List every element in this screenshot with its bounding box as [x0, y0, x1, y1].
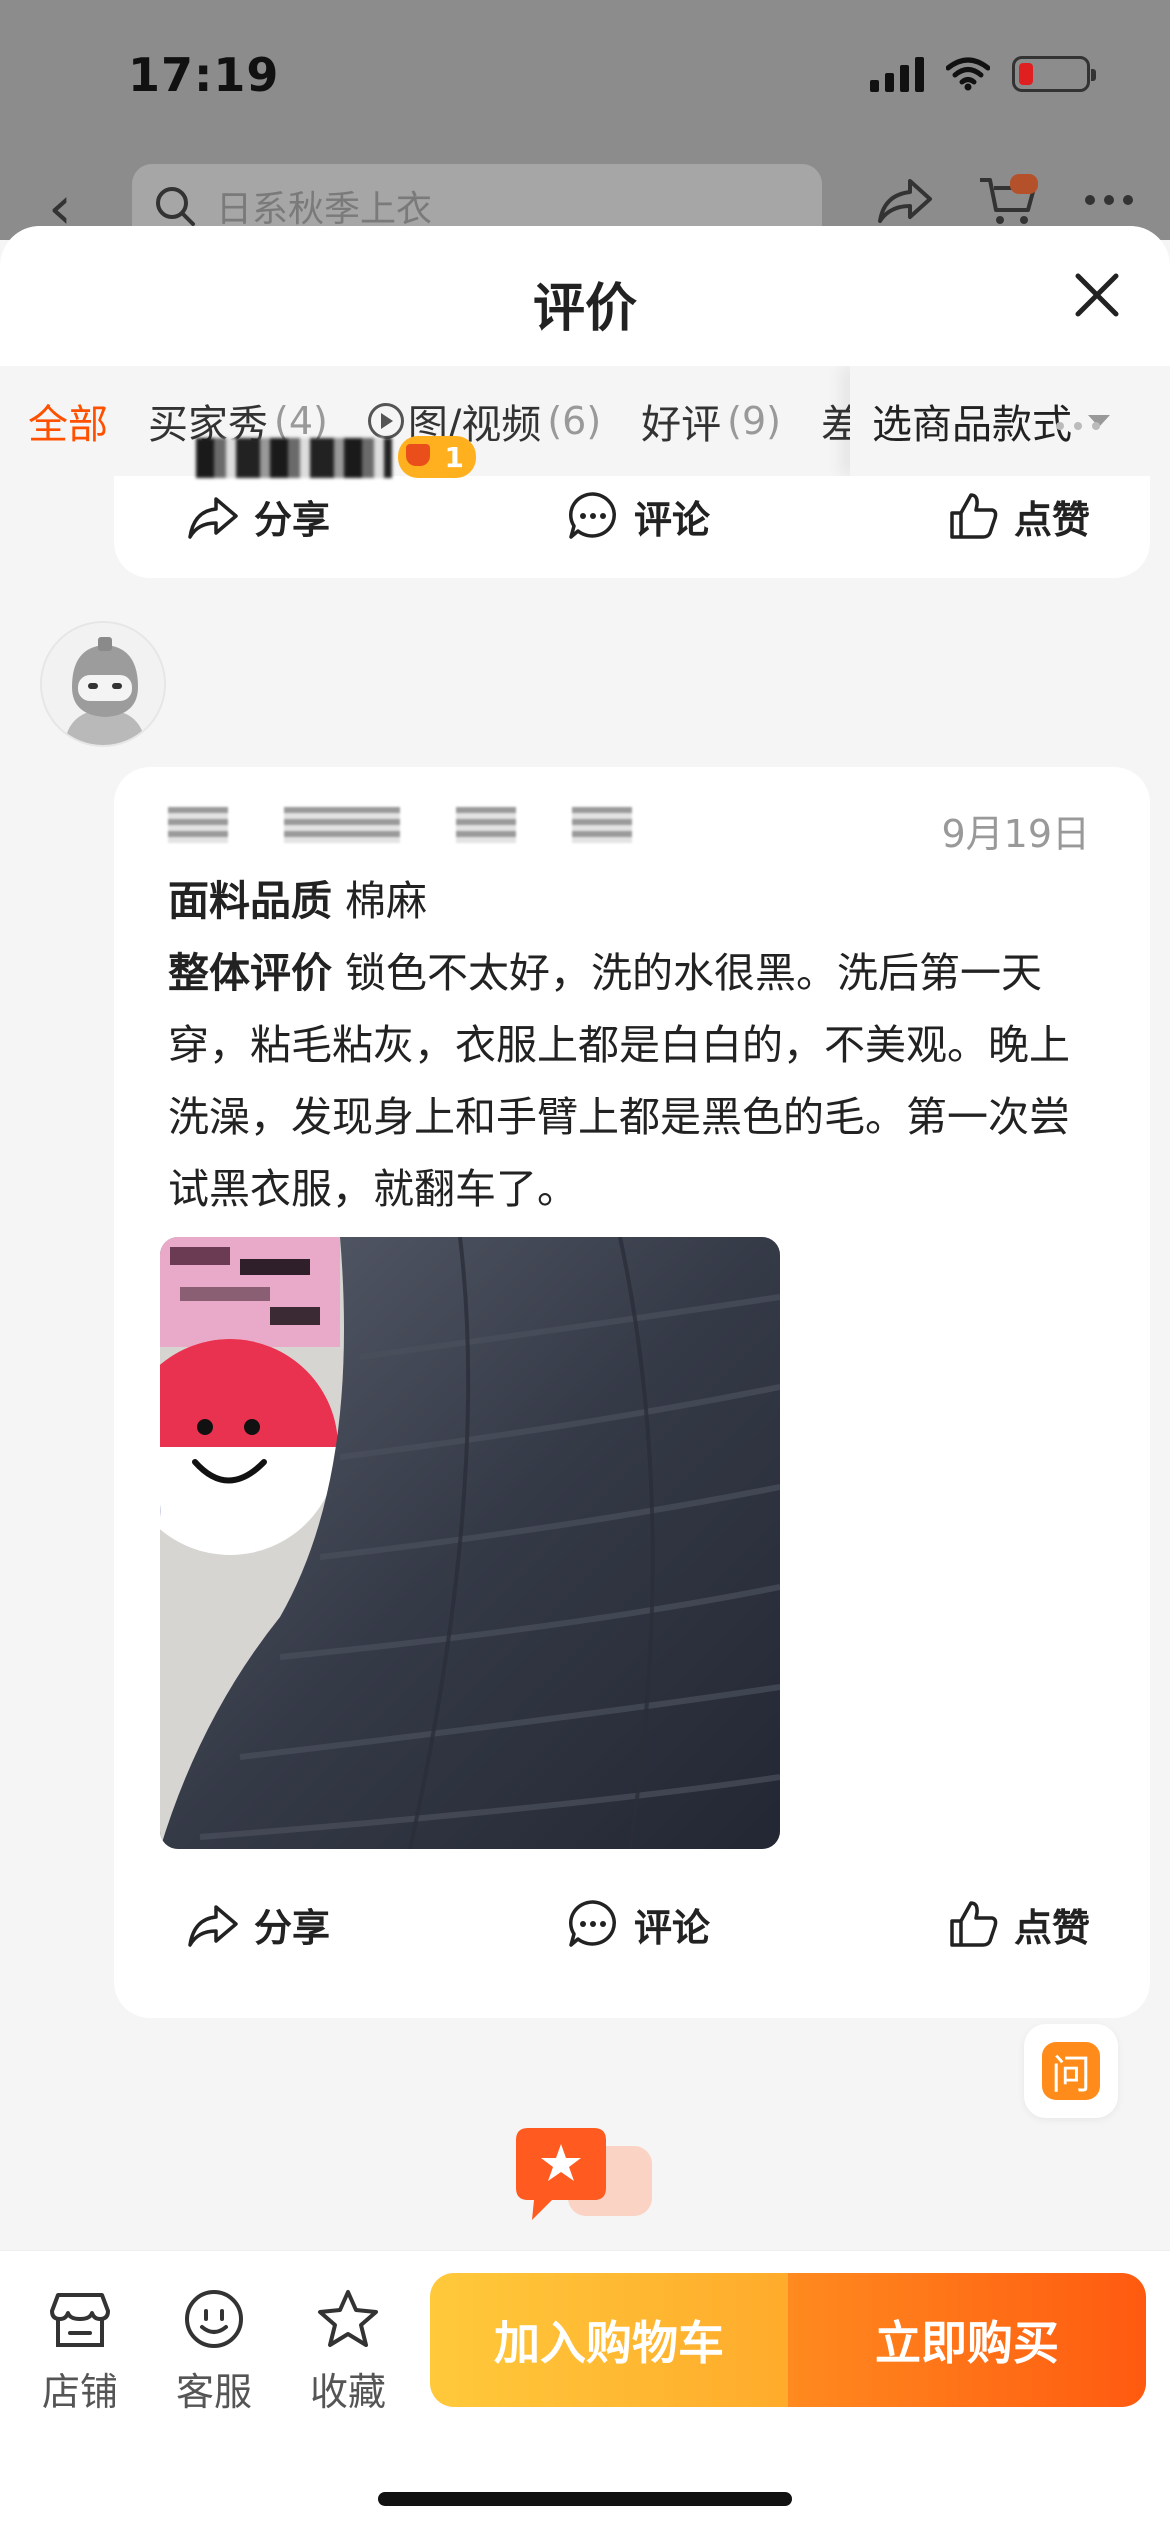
share-button[interactable]: 分享	[186, 1897, 330, 1952]
ask-question-button[interactable]: 问	[1024, 2024, 1118, 2118]
tab-count: (6)	[547, 399, 602, 443]
comment-label: 评论	[633, 1905, 710, 1950]
buy-now-button[interactable]: 立即购买	[788, 2273, 1146, 2407]
comment-icon	[569, 1900, 616, 1947]
smile-face-icon	[185, 2290, 243, 2348]
comment-button[interactable]: 评论	[566, 1897, 710, 1952]
background-page: 17:19 ‹ 日系秋季上衣	[0, 0, 1170, 248]
style-select-dropdown[interactable]: 选商品款式	[850, 366, 1170, 476]
fabric-quality-label: 面料品质	[168, 877, 332, 925]
bottom-action-bar: 店铺 客服 收藏 加入购物车 立即购买	[0, 2250, 1170, 2532]
thumbs-up-icon	[950, 493, 998, 539]
comment-icon	[569, 492, 616, 539]
more-options-icon[interactable]	[1056, 422, 1100, 430]
thumbs-up-icon	[950, 1901, 998, 1947]
share-button[interactable]: 分享	[186, 489, 330, 544]
share-label: 分享	[254, 497, 331, 542]
review-date: 9月19日	[941, 812, 1090, 856]
tab-all[interactable]: 全部	[28, 392, 108, 450]
overall-review-row: 整体评价 锁色不太好，洗的水很黑。洗后第一天穿，粘毛粘灰，衣服上都是白白的，不美…	[168, 937, 1098, 1225]
sheet-header: 评价	[0, 226, 1170, 366]
background-nav-actions	[876, 174, 1134, 226]
like-label: 点赞	[1013, 497, 1090, 542]
tab-label: 好评	[641, 402, 722, 448]
status-icons	[870, 56, 1096, 92]
avatar[interactable]	[40, 621, 166, 747]
service-label: 客服	[175, 2370, 252, 2414]
overall-review-label: 整体评价	[168, 949, 332, 997]
more-icon	[1085, 195, 1133, 205]
star-icon	[318, 2290, 378, 2347]
store-icon	[50, 2293, 110, 2347]
store-button[interactable]: 店铺	[30, 2287, 130, 2416]
back-icon: ‹	[48, 173, 72, 243]
username-pixelated[interactable]	[196, 438, 392, 478]
customer-service-button[interactable]: 客服	[164, 2287, 264, 2416]
status-time: 17:19	[128, 48, 280, 102]
sku-info-pixelated	[168, 807, 632, 843]
sheet-title: 评价	[532, 279, 637, 339]
cart-icon	[980, 174, 1038, 224]
tab-count: (4)	[274, 399, 328, 443]
wifi-icon	[946, 57, 990, 91]
favorite-button[interactable]: 收藏	[298, 2287, 398, 2416]
add-to-cart-button[interactable]: 加入购物车	[430, 2273, 788, 2407]
comment-label: 评论	[633, 497, 710, 542]
favorite-label: 收藏	[309, 2370, 386, 2414]
like-button[interactable]: 点赞	[946, 1897, 1090, 1952]
member-level: 1	[444, 440, 464, 474]
review-filter-tabs: 全部 买家秀 (4) 图/视频 (6) 好评 (9) 差 选商品款式	[0, 366, 1170, 476]
store-label: 店铺	[41, 2370, 118, 2414]
fabric-quality-value: 棉麻	[345, 877, 428, 925]
fabric-photo-image	[160, 1237, 780, 1849]
like-button[interactable]: 点赞	[946, 489, 1090, 544]
review-photo[interactable]	[160, 1237, 780, 1849]
fabric-quality-row: 面料品质 棉麻	[168, 865, 1098, 937]
reviews-sheet: 评价 全部 买家秀 (4) 图/视频 (6) 好评 (9) 差 选商品款式 分享…	[0, 226, 1170, 2532]
purchase-buttons: 加入购物车 立即购买	[430, 2273, 1146, 2407]
like-label: 点赞	[1013, 1905, 1090, 1950]
share-label: 分享	[254, 1905, 331, 1950]
review-actions: 分享 评论 点赞	[114, 1869, 1150, 1979]
review-text: 面料品质 棉麻 整体评价 锁色不太好，洗的水很黑。洗后第一天穿，粘毛粘灰，衣服上…	[168, 865, 1098, 1225]
comment-button[interactable]: 评论	[566, 489, 710, 544]
play-icon	[367, 403, 404, 439]
share-icon	[878, 179, 932, 223]
loading-chat-icon	[516, 2128, 652, 2220]
previous-review-actions: 分享 评论 点赞	[114, 476, 1150, 578]
home-indicator[interactable]	[378, 2492, 792, 2506]
tab-positive[interactable]: 好评 (9)	[641, 392, 781, 450]
review-card: 9月19日 面料品质 棉麻 整体评价 锁色不太好，洗的水很黑。洗后第一天穿，粘毛…	[114, 767, 1150, 2018]
signal-icon	[870, 56, 924, 92]
tab-count: (9)	[727, 399, 781, 443]
avatar-image	[42, 623, 164, 745]
member-level-badge: 1	[398, 436, 476, 478]
battery-icon	[1012, 56, 1096, 92]
previous-review-card: 分享 评论 点赞	[114, 476, 1150, 578]
share-icon	[188, 1905, 238, 1947]
tab-label: 全部	[28, 402, 108, 448]
style-select-label: 选商品款式	[872, 402, 1072, 448]
ask-label: 问	[1042, 2042, 1100, 2100]
close-icon[interactable]	[1068, 266, 1126, 324]
search-icon	[156, 187, 195, 226]
share-icon	[188, 497, 238, 539]
search-placeholder: 日系秋季上衣	[216, 189, 433, 230]
